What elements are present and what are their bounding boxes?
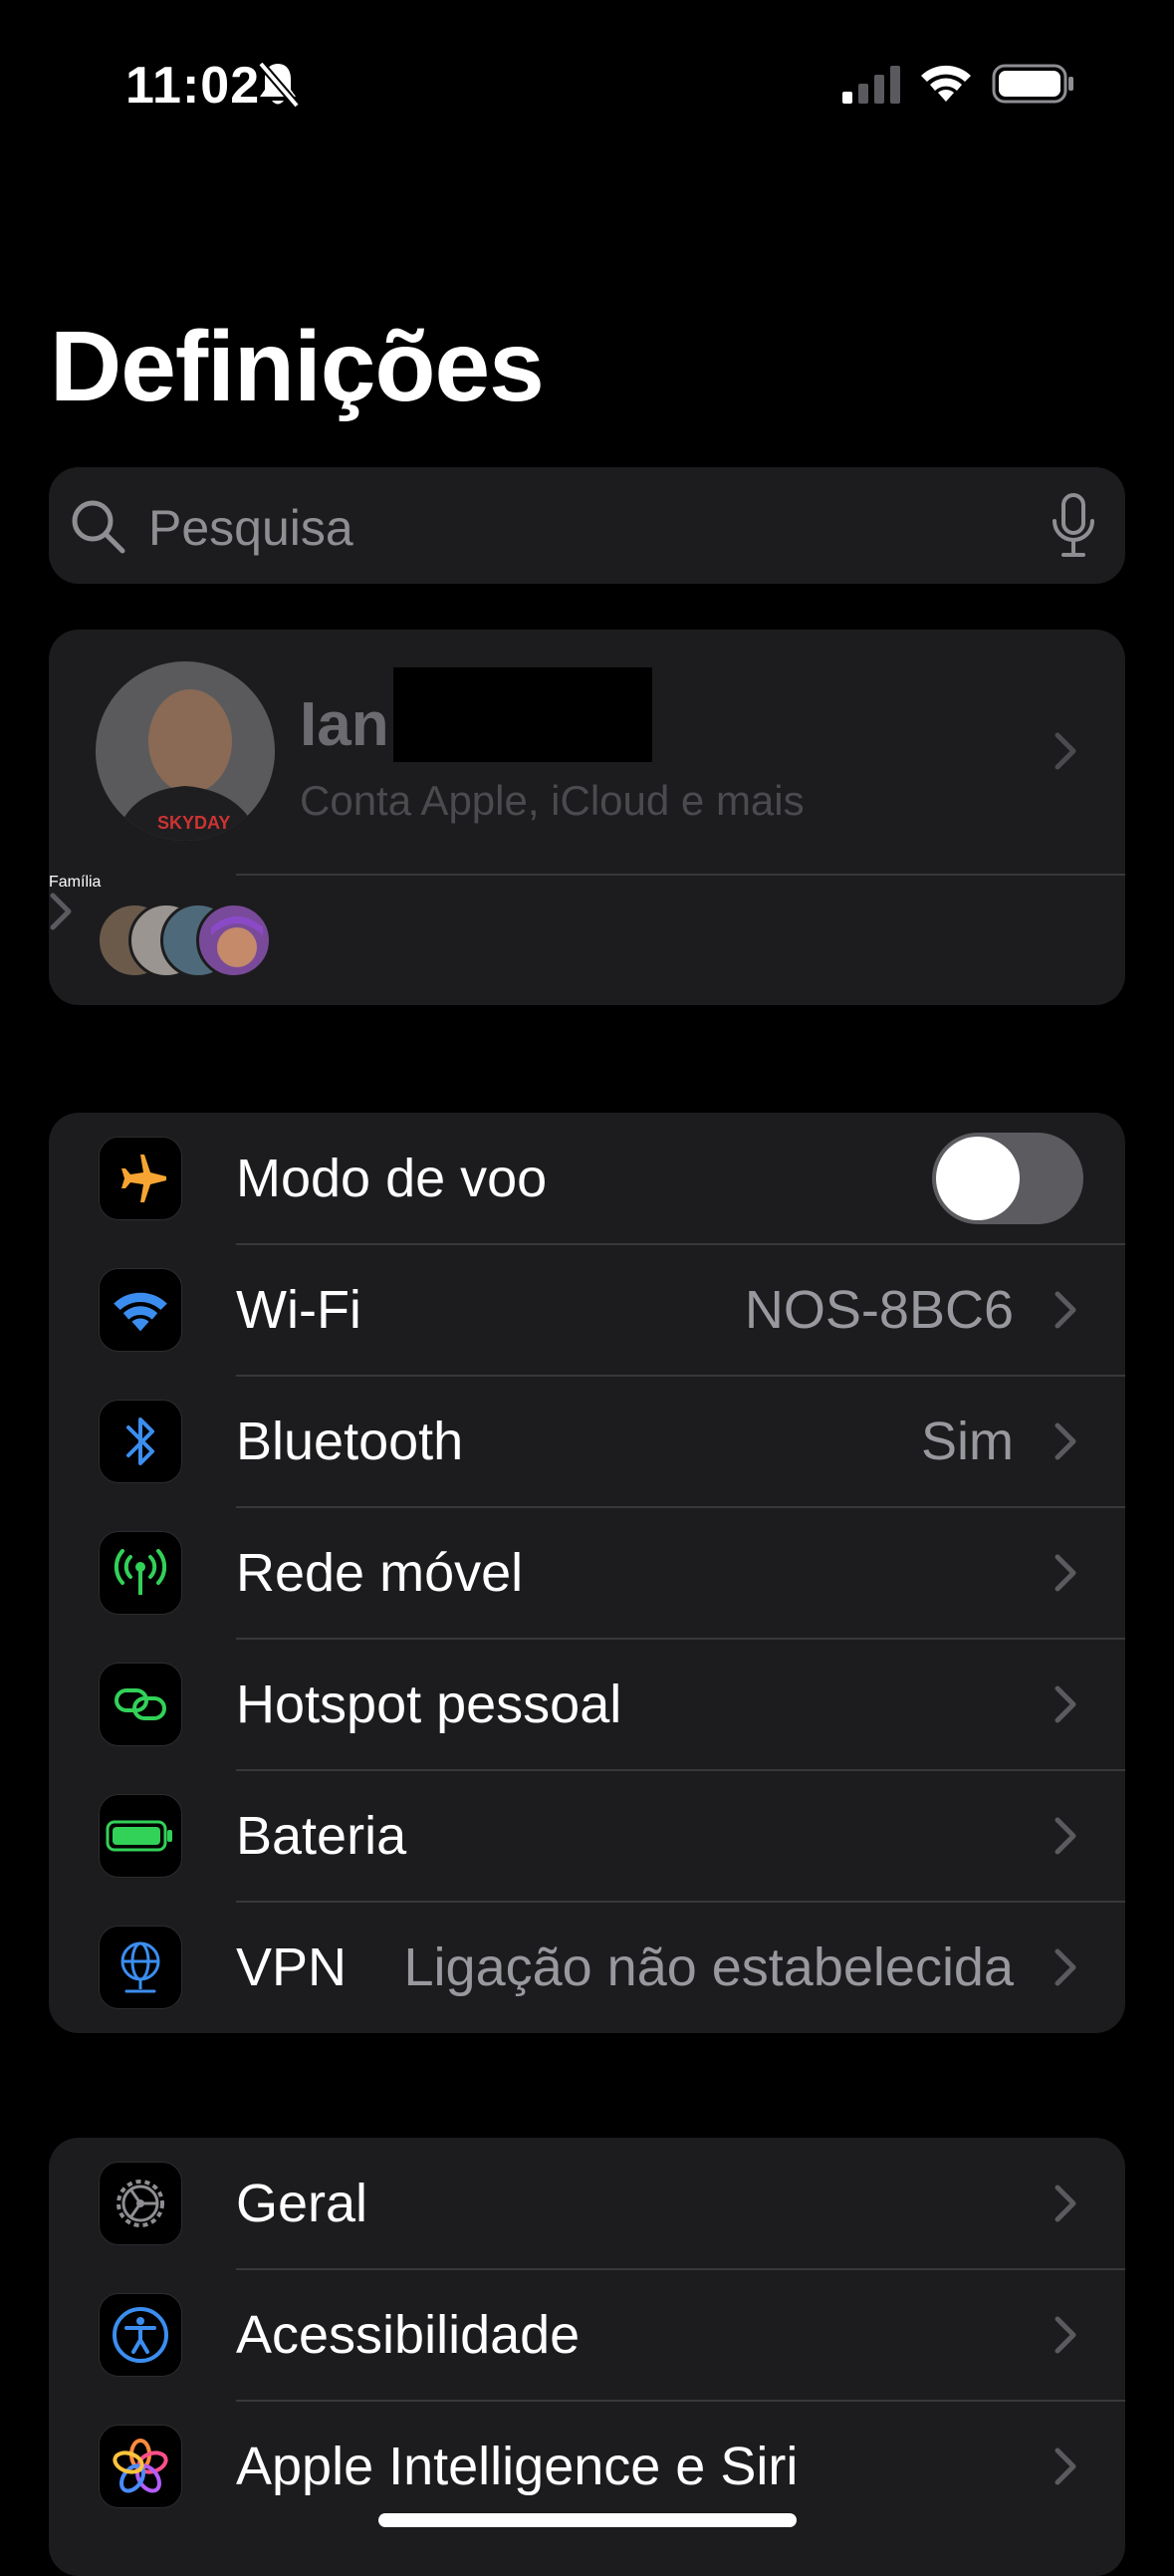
- settings-row-vpn[interactable]: VPN Ligação não estabelecida: [49, 1902, 1125, 2033]
- family-label: Família: [49, 874, 102, 891]
- airplane-toggle[interactable]: [932, 1133, 1083, 1224]
- wifi-label: Wi-Fi: [236, 1280, 361, 1340]
- chevron-right-icon: [1055, 2447, 1076, 2485]
- status-time: 11:02: [125, 57, 261, 115]
- settings-row-airplane[interactable]: Modo de voo: [49, 1113, 1125, 1244]
- general-group: Geral Acessibilidade Apple Intelligence …: [49, 2138, 1125, 2576]
- bluetooth-value: Sim: [921, 1412, 1014, 1471]
- profile-subtitle: Conta Apple, iCloud e mais: [300, 777, 805, 824]
- siri-label: Apple Intelligence e Siri: [236, 2437, 799, 2496]
- family-avatars: [97, 902, 276, 978]
- status-bar: 11:02: [0, 0, 1174, 169]
- wifi-status-icon: [921, 65, 971, 102]
- battery-icon: [99, 1794, 182, 1878]
- svg-text:SKYDAY: SKYDAY: [157, 813, 230, 833]
- apple-intelligence-icon: [99, 2425, 182, 2508]
- battery-status-icon: [992, 64, 1073, 104]
- cellular-label: Rede móvel: [236, 1543, 524, 1603]
- settings-row-accessibility[interactable]: Acessibilidade: [49, 2269, 1125, 2401]
- chevron-right-icon: [1055, 1422, 1076, 1460]
- wifi-value: NOS-8BC6: [744, 1280, 1014, 1340]
- vpn-value: Ligação não estabelecida: [403, 1937, 1014, 1997]
- toggle-knob: [936, 1137, 1020, 1220]
- microphone-icon[interactable]: [1050, 493, 1097, 559]
- airplane-icon: [99, 1137, 182, 1220]
- settings-row-hotspot[interactable]: Hotspot pessoal: [49, 1639, 1125, 1770]
- chevron-right-icon: [1055, 1291, 1076, 1329]
- antenna-icon: [99, 1531, 182, 1615]
- search-icon: [72, 500, 125, 554]
- accessibility-label: Acessibilidade: [236, 2305, 581, 2365]
- settings-row-bluetooth[interactable]: Bluetooth Sim: [49, 1376, 1125, 1507]
- profile-name: Ian: [300, 690, 389, 759]
- hotspot-label: Hotspot pessoal: [236, 1674, 622, 1734]
- chevron-right-icon: [1055, 1685, 1076, 1723]
- bell-slash-icon: [257, 61, 301, 109]
- chevron-right-icon: [1055, 1948, 1076, 1986]
- settings-row-cellular[interactable]: Rede móvel: [49, 1507, 1125, 1639]
- avatar: SKYDAY: [96, 661, 275, 841]
- cellular-signal-icon: [842, 66, 900, 104]
- wifi-icon: [99, 1268, 182, 1352]
- page-title: Definições: [50, 311, 545, 422]
- family-row[interactable]: Família: [49, 874, 1125, 1005]
- search-placeholder: Pesquisa: [148, 500, 353, 556]
- name-redaction: [393, 667, 652, 762]
- chevron-right-icon: [1055, 1554, 1076, 1592]
- bluetooth-label: Bluetooth: [236, 1412, 464, 1471]
- settings-row-battery[interactable]: Bateria: [49, 1770, 1125, 1902]
- globe-icon: [99, 1926, 182, 2009]
- search-bar[interactable]: Pesquisa: [49, 467, 1125, 584]
- gear-icon: [99, 2162, 182, 2245]
- home-indicator[interactable]: [378, 2513, 797, 2527]
- chevron-right-icon: [1055, 2316, 1076, 2354]
- airplane-label: Modo de voo: [236, 1149, 548, 1208]
- chevron-right-icon: [50, 893, 72, 930]
- connectivity-group: Modo de voo Wi-Fi NOS-8BC6 Bluetooth Sim: [49, 1113, 1125, 2033]
- apple-account-row[interactable]: SKYDAY Ian Conta Apple, iCloud e mais: [49, 630, 1125, 874]
- settings-row-wifi[interactable]: Wi-Fi NOS-8BC6: [49, 1244, 1125, 1376]
- chevron-right-icon: [1055, 2185, 1076, 2222]
- profile-group: SKYDAY Ian Conta Apple, iCloud e mais Fa…: [49, 630, 1125, 1005]
- general-label: Geral: [236, 2174, 368, 2233]
- settings-row-general[interactable]: Geral: [49, 2138, 1125, 2269]
- chevron-right-icon: [1055, 1817, 1076, 1855]
- accessibility-icon: [99, 2293, 182, 2377]
- hotspot-link-icon: [99, 1663, 182, 1746]
- battery-label: Bateria: [236, 1806, 407, 1866]
- vpn-label: VPN: [236, 1937, 348, 1997]
- family-avatar: [196, 902, 272, 978]
- chevron-right-icon: [1055, 732, 1076, 770]
- bluetooth-icon: [99, 1400, 182, 1483]
